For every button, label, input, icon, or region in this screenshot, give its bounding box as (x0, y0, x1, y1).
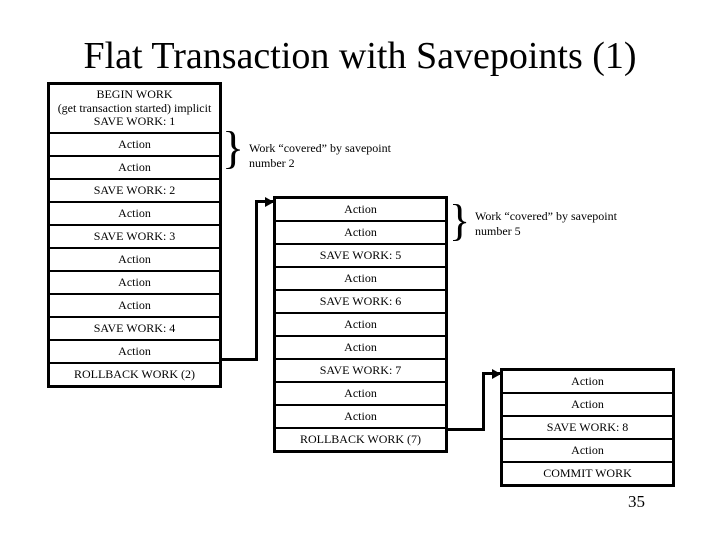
txn-row-action: Action (50, 340, 219, 364)
transaction-column-3: Action Action SAVE WORK: 8 Action COMMIT… (500, 368, 675, 487)
txn-row-begin-work: BEGIN WORK (get transaction started) imp… (50, 85, 219, 134)
txn-row-action: Action (503, 371, 672, 394)
rollback-2-connector-segment (221, 358, 258, 361)
txn-row-action: Action (276, 337, 445, 360)
rollback-7-connector-segment (447, 428, 485, 431)
rollback-2-connector-segment (255, 200, 258, 361)
right-curly-brace-icon: } (222, 122, 245, 173)
txn-row-commit-work: COMMIT WORK (503, 463, 672, 484)
slide-canvas: Flat Transaction with Savepoints (1) BEG… (0, 0, 720, 540)
txn-row-action: Action (50, 156, 219, 180)
transaction-column-1: BEGIN WORK (get transaction started) imp… (47, 82, 222, 388)
txn-row-save-work-6: SAVE WORK: 6 (276, 291, 445, 314)
txn-row-save-work-2: SAVE WORK: 2 (50, 179, 219, 203)
page-title: Flat Transaction with Savepoints (1) (83, 35, 637, 77)
txn-row-line: BEGIN WORK (96, 87, 173, 101)
txn-row-save-work-4: SAVE WORK: 4 (50, 317, 219, 341)
txn-row-action: Action (50, 202, 219, 226)
txn-row-save-work-5: SAVE WORK: 5 (276, 245, 445, 268)
txn-row-action: Action (503, 440, 672, 463)
txn-row-line: (get transaction started) implicit (57, 100, 212, 115)
savepoint-5-annotation: Work “covered” by savepoint number 5 (475, 209, 617, 239)
txn-row-action: Action (276, 268, 445, 291)
txn-row-action: Action (276, 383, 445, 406)
annotation-line: Work “covered” by savepoint (475, 209, 617, 223)
page-number: 35 (628, 492, 645, 511)
txn-row-rollback-work-7: ROLLBACK WORK (7) (276, 429, 445, 450)
annotation-line: number 2 (249, 156, 295, 170)
txn-row-action: Action (50, 294, 219, 318)
txn-row-action: Action (50, 133, 219, 157)
annotation-line: Work “covered” by savepoint (249, 141, 391, 155)
txn-row-action: Action (50, 248, 219, 272)
txn-row-save-work-8: SAVE WORK: 8 (503, 417, 672, 440)
txn-row-rollback-work-2: ROLLBACK WORK (2) (50, 363, 219, 385)
txn-row-action: Action (276, 199, 445, 222)
txn-row-save-work-7: SAVE WORK: 7 (276, 360, 445, 383)
annotation-line: number 5 (475, 224, 521, 238)
savepoint-2-annotation: Work “covered” by savepoint number 2 (249, 141, 391, 171)
txn-row-action: Action (503, 394, 672, 417)
transaction-column-2: Action Action SAVE WORK: 5 Action SAVE W… (273, 196, 448, 453)
txn-row-action: Action (276, 314, 445, 337)
right-curly-brace-icon: } (449, 196, 471, 245)
txn-row-save-work-3: SAVE WORK: 3 (50, 225, 219, 249)
txn-row-action: Action (276, 222, 445, 245)
txn-row-line: SAVE WORK: 1 (93, 114, 176, 128)
rollback-7-connector-segment (482, 372, 485, 431)
txn-row-action: Action (50, 271, 219, 295)
txn-row-action: Action (276, 406, 445, 429)
